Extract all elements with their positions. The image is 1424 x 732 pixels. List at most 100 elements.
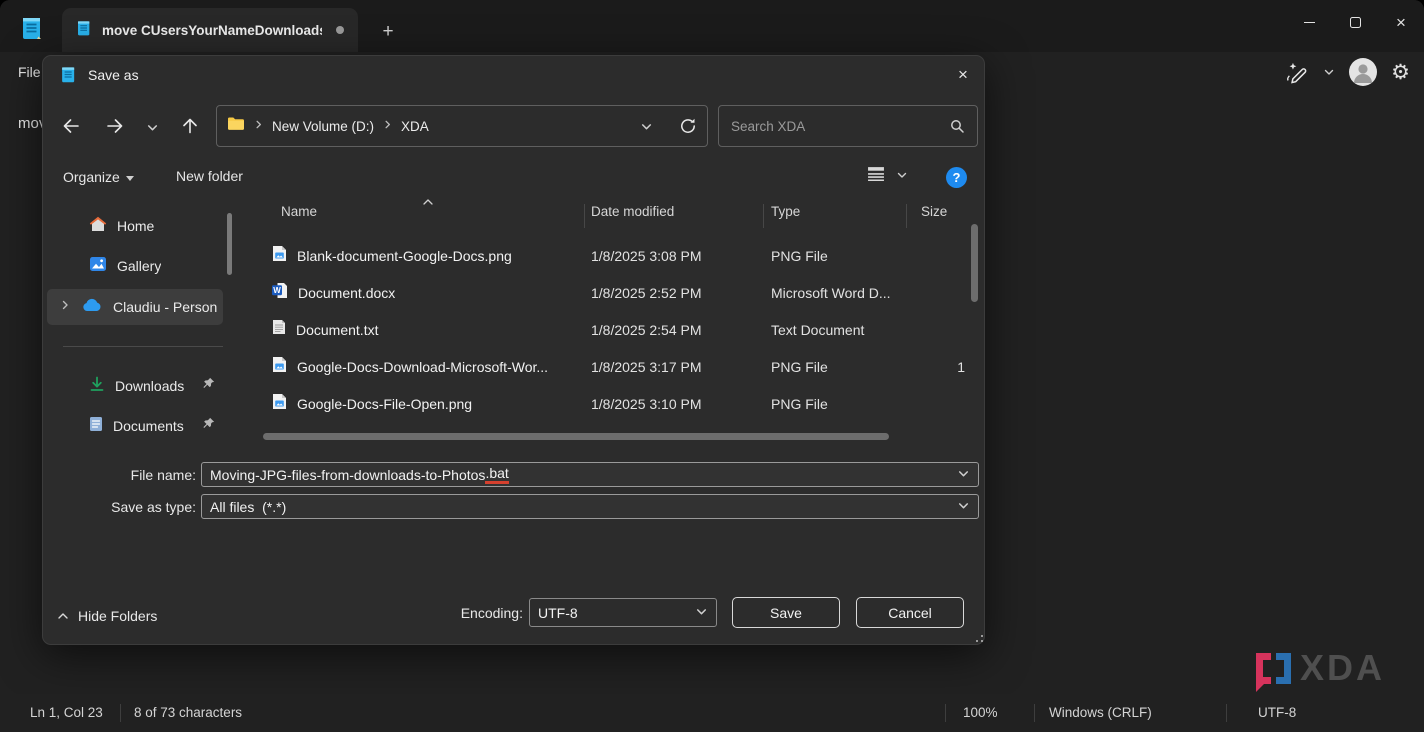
refresh-button[interactable] [679,117,697,135]
home-icon [89,216,107,237]
refresh-icon [679,117,697,135]
breadcrumb-drive[interactable]: New Volume (D:) [272,119,374,134]
new-tab-button[interactable]: + [374,18,402,46]
file-row[interactable]: Google-Docs-Download-Microsoft-Wor... 1/… [258,348,970,385]
sidebar-scrollbar[interactable] [227,213,232,275]
sort-ascending-chevron-icon [422,193,434,211]
png-file-icon [272,393,287,415]
encoding-dropdown-chevron-icon[interactable] [695,605,708,621]
view-dropdown-chevron-icon[interactable] [896,168,908,186]
encoding-value: UTF-8 [538,605,578,621]
resize-grip[interactable] [971,630,983,642]
documents-icon [89,416,103,437]
back-button[interactable] [55,110,87,142]
tab-title: move CUsersYourNameDownloads. [102,23,322,38]
file-name-value: Moving-JPG-files-from-downloads-to-Photo… [210,467,485,483]
png-file-icon [272,356,287,378]
up-button[interactable] [174,110,206,142]
zoom-level[interactable]: 100% [963,705,998,720]
column-header-type[interactable]: Type [771,204,800,219]
breadcrumb-chevron-icon [253,117,264,135]
status-encoding[interactable]: UTF-8 [1258,705,1296,720]
save-as-type-value: All files (*.*) [210,499,286,515]
encoding-select[interactable]: UTF-8 [529,598,717,627]
help-button[interactable]: ? [946,167,967,188]
status-bar: Ln 1, Col 23 8 of 73 characters 100% Win… [0,694,1424,732]
save-as-type-dropdown-chevron-icon[interactable] [957,499,970,515]
breadcrumb-chevron-icon [382,117,393,135]
line-ending[interactable]: Windows (CRLF) [1049,705,1152,720]
notepad-app-icon [20,15,44,46]
address-dropdown-chevron-icon[interactable] [640,120,653,133]
file-list-horizontal-scrollbar[interactable] [263,433,889,440]
view-details-icon[interactable] [867,166,885,187]
dialog-notepad-icon [60,65,77,89]
minimize-icon [1304,22,1315,23]
dialog-title: Save as [88,67,139,83]
file-row[interactable]: Blank-document-Google-Docs.png 1/8/2025 … [258,237,970,274]
new-folder-button[interactable]: New folder [176,168,243,184]
sidebar-separator [63,346,223,347]
sidebar-item-onedrive[interactable]: Claudiu - Person [47,289,223,325]
pin-icon [202,417,215,435]
close-window-button[interactable]: × [1378,0,1424,44]
tab-notepad-icon [76,19,92,42]
column-header-name[interactable]: Name [281,204,317,219]
save-button[interactable]: Save [732,597,840,628]
pin-icon [202,377,215,395]
column-header-date-modified[interactable]: Date modified [591,204,674,219]
settings-gear-icon[interactable]: ⚙ [1391,62,1410,83]
account-avatar[interactable] [1349,58,1377,86]
sidebar-item-home[interactable]: Home [47,209,223,243]
organize-button[interactable]: Organize [63,168,134,186]
folder-icon [227,116,245,136]
column-header-size[interactable]: Size [921,204,947,219]
up-icon [180,116,200,136]
rewrite-dropdown-chevron-icon[interactable] [1323,66,1335,78]
png-file-icon [272,245,287,267]
title-bar: move CUsersYourNameDownloads. + × [0,0,1424,52]
file-list-vertical-scrollbar[interactable] [971,224,978,302]
file-row[interactable]: W Document.docx 1/8/2025 2:52 PM Microso… [258,274,970,311]
document-tab[interactable]: move CUsersYourNameDownloads. [62,8,358,52]
sidebar-item-downloads[interactable]: Downloads [47,369,223,403]
chevron-down-icon [146,121,159,134]
hide-folders-button[interactable]: Hide Folders [57,607,157,625]
downloads-icon [89,376,105,397]
file-row[interactable]: Google-Docs-File-Open.png 1/8/2025 3:10 … [258,385,970,422]
gallery-icon [89,256,107,277]
hide-folders-chevron-icon [57,607,69,625]
forward-icon [105,116,125,136]
onedrive-icon [81,298,103,317]
expand-chevron-icon[interactable] [59,298,71,316]
file-menu[interactable]: File [18,64,41,80]
search-placeholder: Search XDA [731,119,805,134]
character-count: 8 of 73 characters [134,705,242,720]
xda-logo: XDA [1256,650,1385,686]
save-as-type-label: Save as type: [83,499,196,515]
breadcrumb-folder[interactable]: XDA [401,119,429,134]
maximize-button[interactable] [1332,0,1378,44]
dialog-close-button[interactable]: × [947,60,979,90]
sidebar-item-documents[interactable]: Documents [47,409,223,443]
encoding-label: Encoding: [443,605,523,621]
file-name-dropdown-chevron-icon[interactable] [957,467,970,483]
address-bar[interactable]: New Volume (D:) XDA [216,105,708,147]
file-name-label: File name: [83,467,196,483]
recent-locations-button[interactable] [139,114,165,140]
forward-button[interactable] [99,110,131,142]
rewrite-ai-icon[interactable] [1285,60,1309,84]
save-as-type-select[interactable]: All files (*.*) [201,494,979,519]
back-icon [61,116,81,136]
word-file-icon: W [272,282,288,303]
sidebar-item-gallery[interactable]: Gallery [47,249,223,283]
minimize-button[interactable] [1286,0,1332,44]
file-name-input[interactable]: Moving-JPG-files-from-downloads-to-Photo… [201,462,979,487]
xda-wordmark: XDA [1300,650,1385,686]
save-as-dialog: Save as × New Volume (D:) XDA [42,55,985,645]
unsaved-changes-dot [336,26,344,34]
search-icon [949,118,965,134]
file-row[interactable]: Document.txt 1/8/2025 2:54 PM Text Docum… [258,311,970,348]
cancel-button[interactable]: Cancel [856,597,964,628]
search-input[interactable]: Search XDA [718,105,978,147]
